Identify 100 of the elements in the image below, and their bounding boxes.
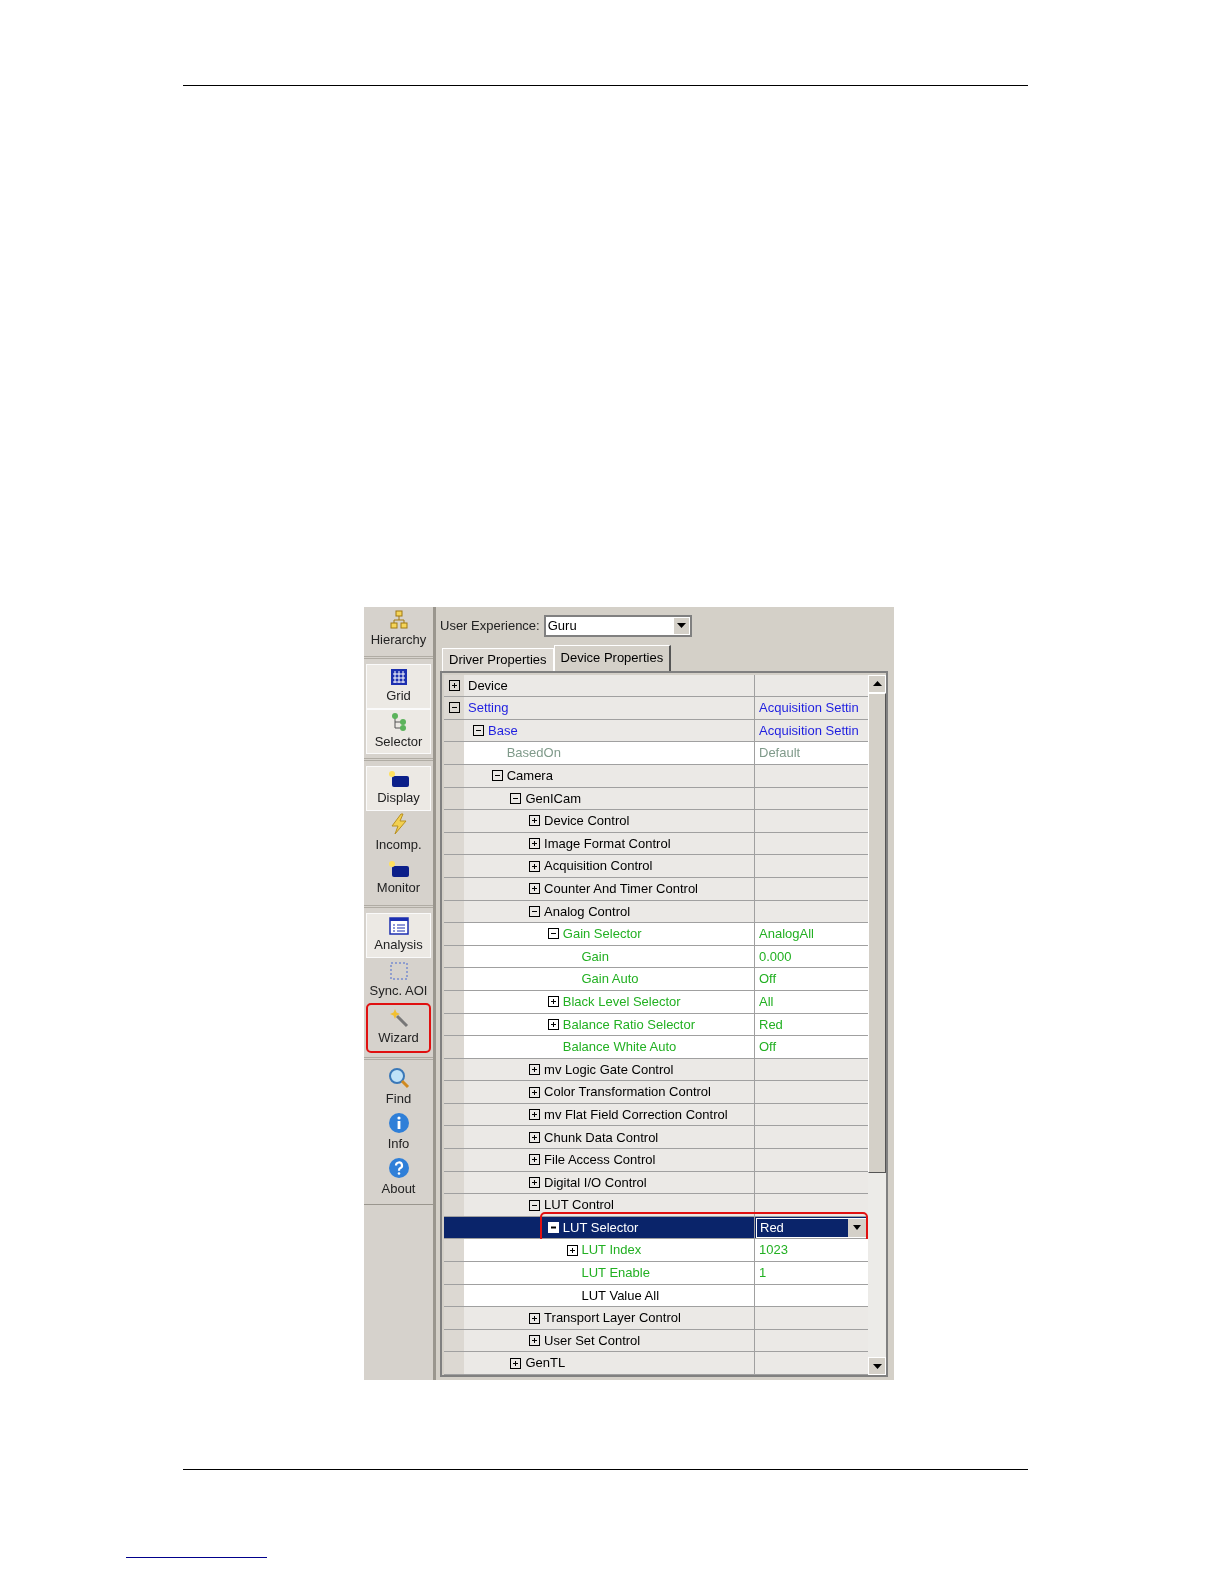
tree-toggle[interactable] xyxy=(529,905,541,917)
gutter-cell xyxy=(444,1262,464,1284)
scroll-thumb[interactable] xyxy=(868,692,886,1173)
gutter-cell xyxy=(444,990,464,1013)
gutter-cell xyxy=(444,1239,464,1262)
value-dropdown[interactable]: Red xyxy=(756,1217,867,1238)
sidebar-button[interactable]: Incomp. xyxy=(366,811,431,856)
tree-row[interactable]: Color Transformation Control xyxy=(444,1081,868,1104)
property-name: LUT Control xyxy=(544,1196,614,1215)
tab[interactable]: Device Properties xyxy=(553,644,672,671)
tree-row[interactable]: GenICam xyxy=(444,787,868,811)
property-name: Black Level Selector xyxy=(562,992,681,1011)
gutter-cell xyxy=(444,1149,464,1171)
tree-toggle[interactable] xyxy=(529,1131,541,1143)
tree-row[interactable]: Acquisition Control xyxy=(444,855,868,878)
tree-toggle[interactable] xyxy=(529,1154,541,1166)
gutter-cell xyxy=(444,877,464,900)
grid-icon xyxy=(389,667,408,686)
tree-toggle[interactable] xyxy=(529,1312,541,1324)
lightning-icon xyxy=(388,812,409,835)
property-name: LUT Value All xyxy=(581,1286,660,1305)
property-value: Red xyxy=(758,1015,783,1034)
tree-toggle[interactable] xyxy=(529,860,541,872)
tree-toggle[interactable] xyxy=(529,883,541,895)
sidebar-button[interactable]: Display xyxy=(366,766,431,811)
window-list-icon xyxy=(388,916,409,935)
tree-row[interactable]: Image Format Control xyxy=(444,832,868,856)
tree-toggle[interactable] xyxy=(529,1109,541,1121)
tree-row[interactable]: Counter And Timer Control xyxy=(444,877,868,901)
magic-wand-icon xyxy=(388,1008,409,1029)
property-name: GenTL xyxy=(525,1354,566,1373)
tree-row[interactable]: GenTL xyxy=(444,1352,868,1375)
gutter-cell xyxy=(444,900,464,923)
tree-row[interactable]: Camera xyxy=(444,764,868,788)
tree-row[interactable]: File Access Control xyxy=(444,1149,868,1172)
tree-row[interactable]: User Set Control xyxy=(444,1329,868,1353)
gutter-cell xyxy=(444,1329,464,1352)
tree-row[interactable]: Digital I/O Control xyxy=(444,1171,868,1195)
tree-toggle[interactable] xyxy=(529,1199,541,1211)
tree-toggle[interactable] xyxy=(473,725,484,737)
gutter-cell xyxy=(444,1352,464,1374)
property-name: GenICam xyxy=(525,789,582,808)
tree-row[interactable]: Transport Layer Control xyxy=(444,1307,868,1330)
gutter-cell xyxy=(444,1081,464,1103)
sidebar-button[interactable]: Selector xyxy=(366,709,431,754)
sidebar-button[interactable]: Sync. AOI xyxy=(366,958,431,1003)
tree-toggle[interactable] xyxy=(529,1086,541,1098)
tree-row[interactable]: LUT Control xyxy=(444,1194,868,1217)
tree-row[interactable]: mv Flat Field Correction Control xyxy=(444,1103,868,1127)
property-name: Acquisition Control xyxy=(544,857,653,876)
property-name: Image Format Control xyxy=(544,834,671,853)
tree-toggle[interactable] xyxy=(448,702,460,714)
tree-toggle[interactable] xyxy=(491,770,503,782)
tree-row[interactable]: mv Logic Gate Control xyxy=(444,1058,868,1082)
scrollbar[interactable] xyxy=(868,674,886,1375)
sidebar-button[interactable]: Hierarchy xyxy=(366,607,431,652)
tree-toggle[interactable] xyxy=(529,1335,541,1347)
tree-row[interactable]: Base Acquisition Settin xyxy=(444,719,868,743)
experience-dropdown[interactable]: Guru xyxy=(543,614,692,637)
hierarchy-icon xyxy=(389,609,408,630)
search-icon xyxy=(387,1066,410,1089)
tree-row[interactable]: Analog Control xyxy=(444,900,868,924)
sidebar-button[interactable]: Monitor xyxy=(366,856,431,901)
tree-row[interactable]: LUT Value All xyxy=(444,1284,868,1308)
sidebar-button[interactable]: Wizard xyxy=(366,1003,431,1053)
property-name: File Access Control xyxy=(544,1151,656,1170)
sidebar-button[interactable]: Grid xyxy=(366,664,431,709)
sidebar-button[interactable]: About xyxy=(366,1155,431,1200)
tree-row[interactable]: Chunk Data Control xyxy=(444,1126,868,1150)
property-value: Acquisition Settin xyxy=(758,721,859,740)
tree-row[interactable]: Setting Acquisition Settin xyxy=(444,697,868,720)
property-name: Chunk Data Control xyxy=(544,1128,659,1147)
tree-toggle[interactable] xyxy=(510,1357,522,1369)
tree-toggle[interactable] xyxy=(529,815,541,827)
tree-toggle[interactable] xyxy=(547,928,559,940)
tree-toggle[interactable] xyxy=(510,792,522,804)
tree-toggle[interactable] xyxy=(529,1176,541,1188)
property-name: Camera xyxy=(506,767,553,785)
tree-toggle[interactable] xyxy=(547,996,559,1008)
tree-row[interactable]: Device Control xyxy=(444,810,868,833)
property-name: Device Control xyxy=(544,812,630,831)
gutter-cell xyxy=(444,1216,464,1239)
gutter-cell xyxy=(444,1013,464,1036)
sidebar-button[interactable]: Find xyxy=(366,1065,431,1110)
property-name: Digital I/O Control xyxy=(544,1173,647,1192)
display-icon xyxy=(387,859,410,878)
property-value: Off xyxy=(758,1038,777,1057)
sidebar-button[interactable]: Analysis xyxy=(366,913,431,958)
tree-toggle[interactable] xyxy=(547,1018,559,1030)
tree-toggle[interactable] xyxy=(566,1244,578,1256)
sidebar-button[interactable]: Info xyxy=(366,1110,431,1155)
tree-toggle[interactable] xyxy=(529,1064,541,1075)
property-name: Analog Control xyxy=(544,902,631,921)
tree-row[interactable]: Device xyxy=(444,674,868,698)
tree-toggle[interactable] xyxy=(529,838,541,850)
property-name: mv Flat Field Correction Control xyxy=(544,1105,728,1124)
info-icon xyxy=(387,1111,410,1134)
property-name: Counter And Timer Control xyxy=(544,880,698,898)
tab[interactable]: Driver Properties xyxy=(442,647,554,671)
tree-toggle[interactable] xyxy=(448,679,460,691)
